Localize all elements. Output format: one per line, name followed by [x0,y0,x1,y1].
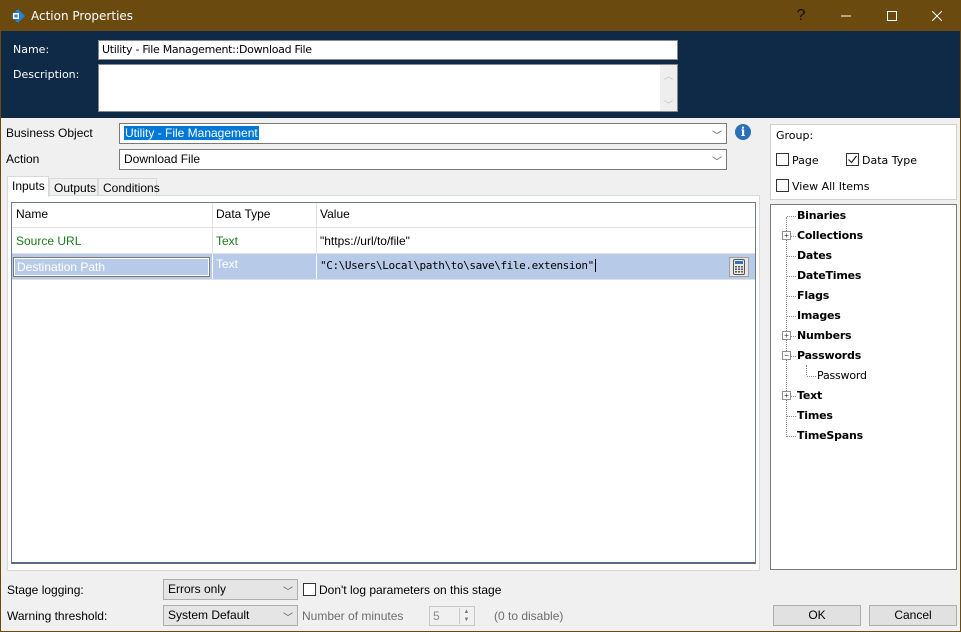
stage-logging-dropdown[interactable]: Errors only ﹀ [163,579,298,600]
spin-down-icon[interactable]: ▼ [460,616,473,624]
row-value-editor[interactable]: "C:\Users\Local\path\to\save\file.extens… [316,254,726,279]
tree-line [786,217,787,437]
row-value-text: "C:\Users\Local\path\to\save\file.extens… [320,259,594,272]
grid-header: Name Data Type Value [12,203,755,228]
business-object-value: Utility - File Management [124,126,259,140]
view-all-items-checkbox[interactable] [776,179,789,192]
warning-threshold-value: System Default [168,608,250,622]
number-of-minutes-label: Number of minutes [302,609,404,623]
scroll-up-icon[interactable]: ︿ [660,69,677,82]
tree-item-binaries[interactable]: Binaries [797,209,846,222]
dont-log-parameters-checkbox[interactable] [303,583,316,596]
tree-item-images[interactable]: Images [797,309,841,322]
business-object-dropdown[interactable]: Utility - File Management ﹀ [119,123,727,144]
maximize-button[interactable] [869,1,915,31]
maximize-icon [887,11,897,21]
header-panel: Name: Utility - File Management::Downloa… [1,31,960,118]
inputs-grid: Name Data Type Value Source URL Text "ht… [11,202,756,564]
title-bar: Action Properties ? [1,1,960,31]
grid-row[interactable]: Source URL Text "https://url/to/file" [12,228,755,254]
row-data-type: Text [216,257,239,271]
tree-item-timespans[interactable]: TimeSpans [797,429,863,442]
checkmark-icon [848,155,857,164]
column-header-value[interactable]: Value [316,203,755,227]
business-object-label: Business Object [6,126,93,140]
group-label: Group: [776,129,814,142]
spinner-arrows[interactable]: ▲ ▼ [459,608,473,624]
tree-item-times[interactable]: Times [797,409,833,422]
action-properties-window: Action Properties ? Name: Utility - File… [0,0,961,632]
tab-outputs[interactable]: Outputs [49,178,98,196]
row-name: Source URL [16,234,82,248]
data-item-tree: Binaries + Collections Dates DateTimes F… [770,204,957,570]
chevron-down-icon: ﹀ [283,587,293,598]
cancel-button[interactable]: Cancel [869,605,957,626]
expand-icon[interactable]: + [782,391,791,400]
name-input[interactable]: Utility - File Management::Download File [98,40,678,60]
action-label: Action [6,152,40,166]
minutes-value: 5 [433,609,440,623]
chevron-down-icon: ﹀ [712,131,722,142]
chevron-down-icon: ﹀ [283,613,293,624]
action-dropdown[interactable]: Download File ﹀ [119,149,727,170]
text-cursor [594,259,596,272]
collapse-icon[interactable]: − [782,351,791,360]
close-button[interactable] [914,1,960,31]
close-icon [932,11,942,21]
tree-item-passwords[interactable]: Passwords [797,349,861,362]
stage-logging-value: Errors only [168,582,227,596]
tab-inputs[interactable]: Inputs [7,176,49,197]
tree-item-collections[interactable]: Collections [797,229,863,242]
tree-item-numbers[interactable]: Numbers [797,329,852,342]
page-checkbox-label[interactable]: Page [792,154,819,167]
tree-item-flags[interactable]: Flags [797,289,829,302]
row-value[interactable]: "https://url/to/file" [316,228,755,253]
view-all-items-label[interactable]: View All Items [792,180,870,193]
warning-threshold-dropdown[interactable]: System Default ﹀ [163,605,298,626]
expand-icon[interactable]: + [782,331,791,340]
data-type-checkbox[interactable] [846,153,859,166]
dont-log-parameters-label[interactable]: Don't log parameters on this stage [319,583,501,597]
ok-button[interactable]: OK [773,605,861,626]
chevron-down-icon: ﹀ [712,157,722,168]
column-header-data-type[interactable]: Data Type [212,203,316,227]
inputs-tab-panel: Name Data Type Value Source URL Text "ht… [7,195,760,571]
info-icon[interactable]: i [735,124,751,140]
app-icon [11,9,25,23]
tree-item-datetimes[interactable]: DateTimes [797,269,861,282]
spin-up-icon[interactable]: ▲ [460,608,473,616]
expression-editor-button[interactable] [729,257,749,277]
tree-item-dates[interactable]: Dates [797,249,832,262]
minutes-spinner[interactable]: 5 ▲ ▼ [429,606,475,626]
help-button[interactable]: ? [778,1,824,31]
row-data-type: Text [216,234,239,248]
disable-hint: (0 to disable) [494,609,564,623]
calculator-icon [733,259,745,275]
tree-line [806,365,807,375]
grid-row-selected[interactable]: Destination Path Text "C:\Users\Local\pa… [12,254,755,280]
page-checkbox[interactable] [776,153,789,166]
row-name-editor[interactable]: Destination Path [13,257,210,277]
minimize-icon [841,15,851,17]
minimize-button[interactable] [823,1,869,31]
tab-conditions[interactable]: Conditions [98,178,160,196]
scroll-down-icon[interactable]: ﹀ [660,98,677,111]
action-value: Download File [124,152,201,166]
tree-item-password[interactable]: Password [817,369,867,382]
expand-icon[interactable]: + [782,231,791,240]
description-input[interactable]: ︿ ﹀ [98,64,678,112]
group-options-box: Group: Page Data Type View All Items [770,124,957,200]
data-type-checkbox-label[interactable]: Data Type [862,154,917,167]
name-label: Name: [13,43,50,56]
description-label: Description: [13,68,80,81]
description-scrollbar[interactable]: ︿ ﹀ [660,65,677,111]
stage-logging-label: Stage logging: [7,583,84,597]
window-title: Action Properties [31,9,134,23]
warning-threshold-label: Warning threshold: [7,609,108,623]
tree-item-text[interactable]: Text [797,389,822,402]
column-header-name[interactable]: Name [12,203,212,227]
